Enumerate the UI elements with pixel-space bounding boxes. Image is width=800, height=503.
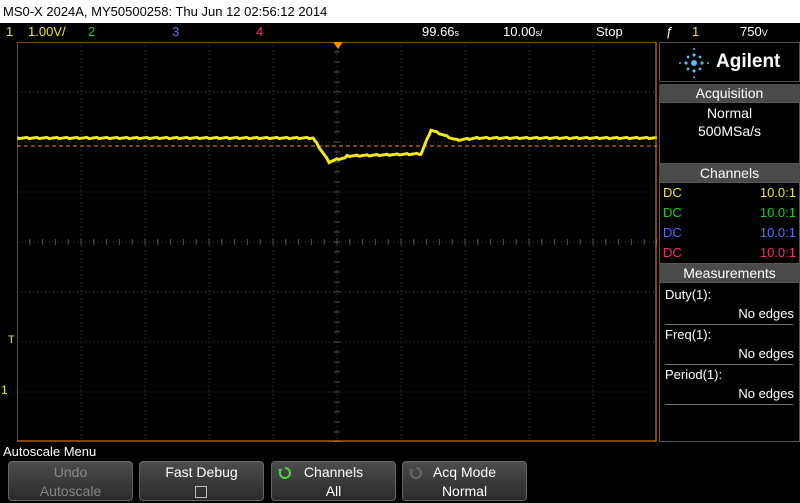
channels-all-button[interactable]: Channels All	[271, 461, 396, 501]
sample-rate: 500MSa/s	[697, 123, 762, 139]
acquisition-panel: Normal 500MSa/s	[659, 102, 800, 164]
acquisition-header[interactable]: Acquisition	[659, 84, 800, 102]
timebase[interactable]: 10.00s/	[503, 23, 543, 42]
channel-row-1[interactable]: DC 10.0:1	[663, 183, 796, 203]
right-sidebar: Agilent Acquisition Normal 500MSa/s Chan…	[659, 42, 800, 442]
measurement-value-period: No edges	[738, 386, 794, 401]
ch1-ground-marker[interactable]: 1	[1, 383, 8, 397]
channels-panel: DC 10.0:1 DC 10.0:1 DC 10.0:1 DC 10.0:1	[659, 182, 800, 264]
trigger-level[interactable]: 750V	[740, 23, 768, 42]
status-bar: 1 1.00V/ 2 3 4 99.66s 10.00s/ Stop ƒ 1 7…	[0, 23, 800, 41]
channel-row-4[interactable]: DC 10.0:1	[663, 243, 796, 263]
trigger-level-marker[interactable]: T	[8, 334, 15, 346]
ch1-number[interactable]: 1	[6, 23, 13, 41]
ch4-number[interactable]: 4	[256, 23, 263, 41]
title-bar: MS0-X 2024A, MY50500258: Thu Jun 12 02:5…	[0, 0, 800, 23]
measurement-divider	[665, 324, 793, 325]
checkbox-icon	[195, 486, 207, 498]
graticule-display[interactable]	[17, 42, 657, 442]
acquisition-mode: Normal	[706, 105, 753, 121]
measurements-panel: Duty(1): No edges Freq(1): No edges Peri…	[659, 282, 800, 442]
undo-autoscale-button[interactable]: Undo Autoscale	[8, 461, 133, 501]
measurement-divider	[665, 404, 793, 405]
trigger-position-marker[interactable]	[333, 42, 343, 49]
ch1-scale[interactable]: 1.00V/	[28, 23, 66, 41]
acq-mode-button[interactable]: Acq Mode Normal	[402, 461, 527, 501]
measurement-divider	[665, 364, 793, 365]
measurement-value-duty: No edges	[738, 306, 794, 321]
ch3-number[interactable]: 3	[172, 23, 179, 41]
edge-trigger-icon: ƒ	[666, 24, 674, 39]
channel-row-3[interactable]: DC 10.0:1	[663, 223, 796, 243]
brand-name: Agilent	[716, 51, 781, 72]
measurement-label-freq: Freq(1):	[665, 327, 712, 342]
run-state[interactable]: Stop	[596, 23, 623, 41]
trigger-source[interactable]: 1	[692, 23, 699, 41]
graticule-svg	[17, 42, 657, 442]
agilent-logo: Agilent	[659, 42, 800, 82]
left-edge-bar	[0, 42, 17, 442]
softkey-menu-title: Autoscale Menu	[0, 443, 800, 461]
ch2-number[interactable]: 2	[88, 23, 95, 41]
fast-debug-button[interactable]: Fast Debug	[139, 461, 264, 501]
measurements-header[interactable]: Measurements	[659, 264, 800, 282]
time-position[interactable]: 99.66s	[422, 23, 459, 42]
channel-row-2[interactable]: DC 10.0:1	[663, 203, 796, 223]
measurement-value-freq: No edges	[738, 346, 794, 361]
channels-header[interactable]: Channels	[659, 164, 800, 182]
measurement-label-duty: Duty(1):	[665, 287, 712, 302]
measurement-label-period: Period(1):	[665, 367, 723, 382]
spark-icon	[679, 48, 709, 78]
